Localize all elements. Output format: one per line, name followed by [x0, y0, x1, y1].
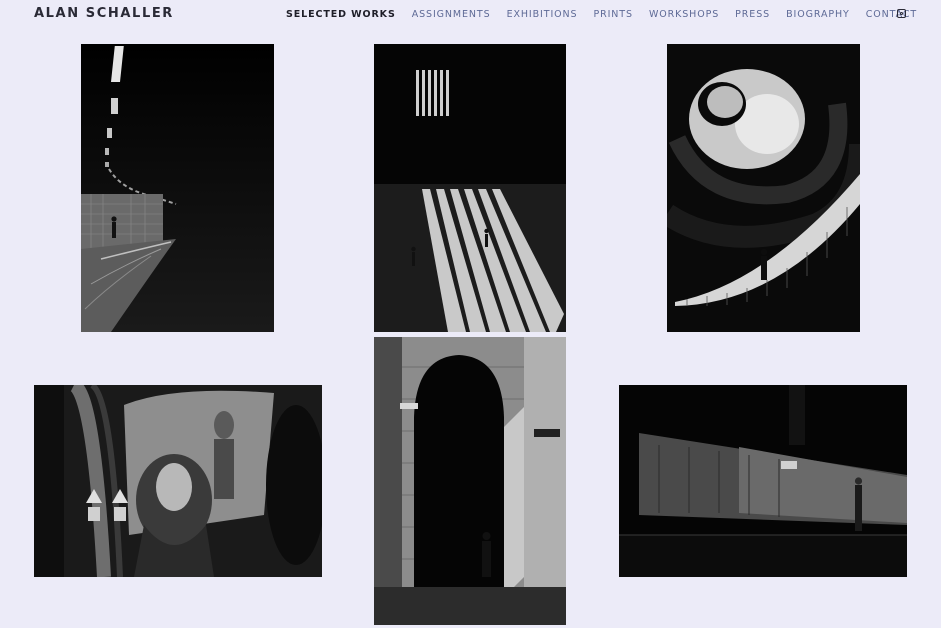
photo-spiral-staircase[interactable]	[667, 44, 860, 332]
photo-train-window-portrait[interactable]	[34, 385, 322, 577]
nav-workshops[interactable]: WORKSHOPS	[649, 9, 719, 20]
photo-arched-doorway[interactable]	[374, 337, 566, 625]
nav-selected-works[interactable]: SELECTED WORKS	[286, 9, 396, 20]
nav-exhibitions[interactable]: EXHIBITIONS	[507, 9, 578, 20]
nav-biography[interactable]: BIOGRAPHY	[786, 9, 850, 20]
photo-light-stripes-hall[interactable]	[374, 44, 566, 332]
photo-underground-platform[interactable]	[81, 44, 274, 332]
page: ALAN SCHALLER SELECTED WORKS ASSIGNMENTS…	[0, 0, 941, 628]
instagram-icon[interactable]	[897, 9, 906, 18]
nav-press[interactable]: PRESS	[735, 9, 770, 20]
nav-prints[interactable]: PRINTS	[593, 9, 632, 20]
nav-contact[interactable]: CONTACT	[866, 9, 917, 20]
main-nav: SELECTED WORKS ASSIGNMENTS EXHIBITIONS P…	[286, 9, 933, 20]
nav-assignments[interactable]: ASSIGNMENTS	[412, 9, 491, 20]
site-logo[interactable]: ALAN SCHALLER	[34, 6, 174, 21]
photo-lit-street-wall[interactable]	[619, 385, 907, 577]
